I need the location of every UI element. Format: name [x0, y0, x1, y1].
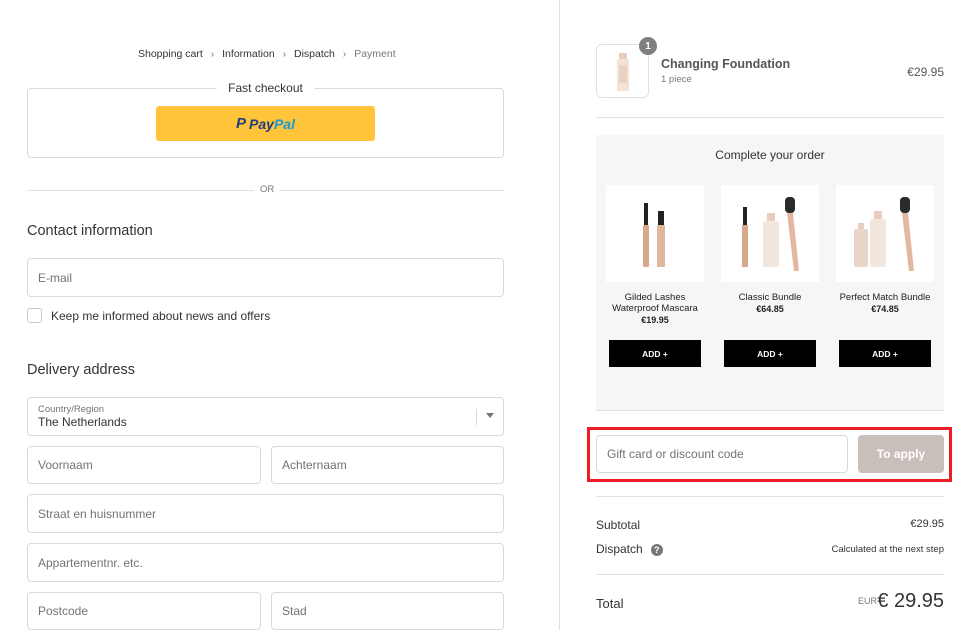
upsell-item-price: €74.85 — [871, 304, 899, 314]
discount-code-input[interactable]: Gift card or discount code — [596, 435, 848, 473]
paypal-logo-icon: P — [236, 115, 247, 132]
total-value: € 29.95 — [877, 590, 944, 612]
upsell-item-name: Classic Bundle — [738, 292, 802, 303]
newsletter-checkbox[interactable] — [27, 308, 42, 323]
breadcrumb-shopping-cart[interactable]: Shopping cart — [138, 48, 203, 60]
apartment-field[interactable]: Appartementnr. etc. — [27, 543, 504, 582]
first-name-field[interactable]: Voornaam — [27, 446, 261, 484]
fast-checkout-title: Fast checkout — [216, 81, 315, 95]
country-value: The Netherlands — [38, 415, 127, 429]
total-currency: EUR — [858, 596, 878, 606]
add-mascara-button[interactable]: ADD + — [609, 340, 701, 367]
upsell-item-price: €19.95 — [641, 315, 669, 325]
or-divider-text: OR — [254, 184, 281, 195]
country-select[interactable]: Country/Region The Netherlands — [27, 397, 504, 436]
breadcrumb-dispatch: Dispatch — [294, 48, 335, 60]
newsletter-label: Keep me informed about news and offers — [51, 308, 271, 323]
street-field[interactable]: Straat en huisnummer — [27, 494, 504, 533]
breadcrumb: Shopping cart › Information › Dispatch ›… — [138, 48, 396, 60]
paypal-wordmark: PayPal — [249, 115, 295, 132]
product-quantity: 1 piece — [661, 74, 692, 85]
divider — [596, 574, 944, 575]
upsell-item: Perfect Match Bundle €74.85 — [836, 185, 934, 314]
upsell-item-name: Gilded Lashes Waterproof Mascara — [612, 292, 698, 314]
product-price: €29.95 — [907, 65, 944, 79]
add-classic-bundle-button[interactable]: ADD + — [724, 340, 816, 367]
apply-discount-button[interactable]: To apply — [858, 435, 944, 473]
dispatch-label: Dispatch — [596, 542, 643, 556]
divider — [596, 496, 944, 497]
subtotal-label: Subtotal — [596, 518, 641, 532]
dispatch-row: Dispatch? — [596, 542, 663, 556]
email-field[interactable]: E-mail — [27, 258, 504, 297]
subtotal-value: €29.95 — [910, 518, 944, 530]
mascara-image — [606, 185, 704, 282]
total-label: Total — [596, 596, 624, 611]
dispatch-value: Calculated at the next step — [831, 544, 945, 555]
divider — [596, 410, 944, 411]
upsell-item-name: Perfect Match Bundle — [839, 292, 931, 303]
upsell-item-price: €64.85 — [756, 304, 784, 314]
upsell-section: Complete your order Gilded Lashes Waterp… — [596, 135, 944, 410]
delivery-address-title: Delivery address — [27, 362, 135, 378]
chevron-right-icon: › — [210, 48, 215, 60]
fast-checkout-box: Fast checkout P PayPal — [27, 81, 504, 158]
perfect-match-bundle-image — [836, 185, 934, 282]
upsell-item: Classic Bundle €64.85 — [721, 185, 819, 314]
chevron-right-icon: › — [282, 48, 287, 60]
contact-information-title: Contact information — [27, 223, 153, 239]
upsell-title: Complete your order — [715, 148, 825, 162]
help-icon[interactable]: ? — [650, 543, 663, 556]
add-perfect-match-bundle-button[interactable]: ADD + — [839, 340, 931, 367]
newsletter-checkbox-row[interactable]: Keep me informed about news and offers — [27, 308, 270, 323]
paypal-button[interactable]: P PayPal — [156, 106, 375, 141]
quantity-badge: 1 — [639, 37, 657, 55]
select-divider — [476, 409, 477, 425]
country-label: Country/Region — [38, 404, 105, 415]
postcode-field[interactable]: Postcode — [27, 592, 261, 630]
breadcrumb-payment: Payment — [354, 48, 396, 60]
last-name-field[interactable]: Achternaam — [271, 446, 504, 484]
checkout-form-panel: Shopping cart › Information › Dispatch ›… — [0, 0, 559, 630]
chevron-right-icon: › — [342, 48, 347, 60]
divider — [596, 117, 944, 118]
breadcrumb-information: Information — [222, 48, 275, 60]
upsell-item: Gilded Lashes Waterproof Mascara €19.95 — [606, 185, 704, 325]
city-field[interactable]: Stad — [271, 592, 504, 630]
chevron-down-icon — [486, 413, 494, 418]
classic-bundle-image — [721, 185, 819, 282]
product-name: Changing Foundation — [661, 57, 791, 71]
